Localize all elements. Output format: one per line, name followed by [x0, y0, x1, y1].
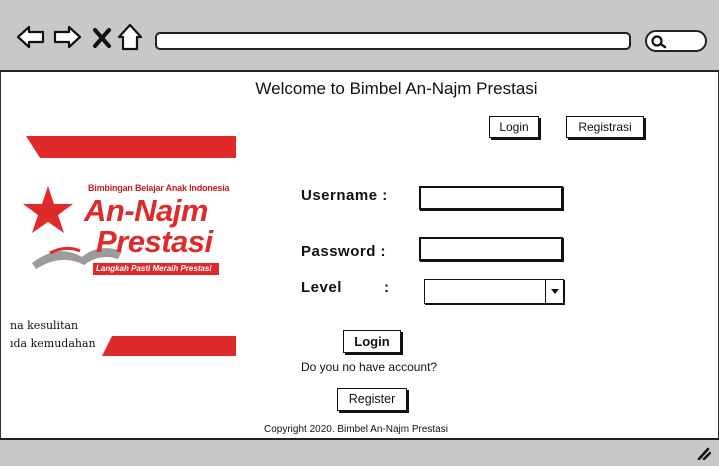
level-select[interactable]: [424, 279, 564, 304]
browser-toolbar: [0, 0, 719, 72]
level-label: Level: [301, 279, 342, 296]
username-label: Username :: [301, 187, 388, 204]
resize-grip-icon[interactable]: [695, 446, 711, 460]
login-button[interactable]: Login: [343, 330, 401, 353]
close-icon[interactable]: [88, 22, 118, 52]
logo-name-line2: Prestasi: [96, 224, 213, 259]
level-colon: :: [384, 279, 390, 296]
register-button[interactable]: Register: [337, 388, 407, 411]
no-account-text: Do you no have account?: [301, 360, 438, 374]
nav-register-button[interactable]: Registrasi: [566, 116, 644, 138]
logo-slogan: Langkah Pasti Meraih Prestasi: [96, 264, 212, 273]
nav-login-button[interactable]: Login: [489, 116, 539, 138]
address-bar[interactable]: [155, 32, 631, 50]
home-icon[interactable]: [116, 22, 146, 52]
chevron-down-icon[interactable]: [545, 280, 563, 303]
username-input[interactable]: [419, 186, 563, 210]
side-caption-line2: ıda kemudahan: [10, 337, 96, 350]
password-label: Password :: [301, 243, 387, 260]
status-bar: [0, 438, 719, 466]
arrow-right-icon[interactable]: [52, 22, 82, 52]
page-title: Welcome to Bimbel An-Najm Prestasi: [255, 79, 538, 98]
search-box[interactable]: [645, 30, 707, 52]
side-caption-line1: na kesulitan: [10, 319, 79, 332]
arrow-left-icon[interactable]: [16, 22, 46, 52]
logo-name-line1: An-Najm: [84, 193, 208, 228]
copyright-text: Copyright 2020. Bimbel An-Najm Prestasi: [264, 424, 448, 435]
logo-tagline: Bimbingan Belajar Anak Indonesia: [88, 183, 230, 193]
password-input[interactable]: [419, 237, 563, 261]
search-icon: [651, 35, 667, 49]
